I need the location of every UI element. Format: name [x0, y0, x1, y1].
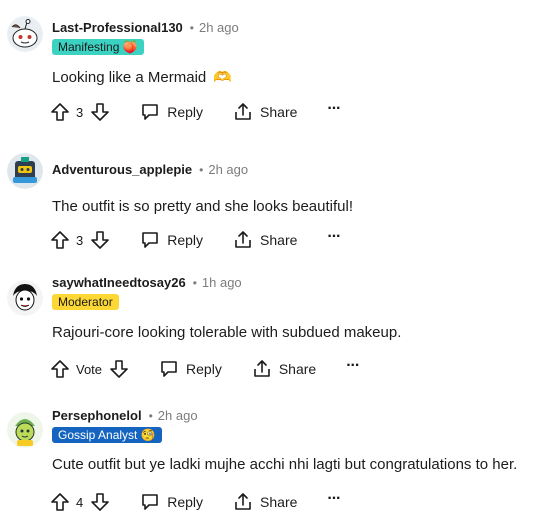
avatar[interactable]	[7, 16, 43, 52]
share-button[interactable]: Share	[252, 359, 316, 379]
cartoon-face-avatar-icon	[7, 280, 43, 316]
flair-emoji: 🍑	[122, 40, 138, 54]
comment-text: Cute outfit but ye ladki mujhe acchi nhi…	[52, 456, 518, 473]
reply-label: Reply	[167, 494, 204, 510]
reply-label: Reply	[167, 232, 204, 248]
timestamp: 1h ago	[201, 275, 242, 290]
comment: saywhatIneedtosay26 • 1h ago Moderator R…	[0, 258, 547, 392]
comment-body: Rajouri-core looking tolerable with subd…	[52, 324, 401, 341]
vote-label: Vote	[76, 361, 103, 377]
avatar[interactable]	[7, 280, 43, 316]
share-button[interactable]: Share	[233, 492, 297, 512]
upvote-button[interactable]	[50, 492, 70, 512]
user-flair: Moderator	[52, 294, 119, 310]
user-flair: Gossip Analyst 🧐	[52, 427, 162, 443]
more-options-icon[interactable]: ···	[346, 357, 360, 375]
upvote-button[interactable]	[50, 102, 70, 122]
comment-header: Last-Professional130 • 2h ago	[52, 20, 239, 35]
reply-icon	[140, 230, 160, 250]
comment-actions: Vote Reply Share ···	[50, 357, 360, 381]
upvote-button[interactable]	[50, 359, 70, 379]
separator-dot: •	[199, 162, 204, 177]
comment: Persephonelol • 2h ago Gossip Analyst 🧐 …	[0, 392, 547, 522]
separator-dot: •	[192, 275, 197, 290]
downvote-button[interactable]	[90, 230, 110, 250]
reddit-snoo-avatar-icon	[7, 16, 43, 52]
comment-header: Persephonelol • 2h ago	[52, 408, 198, 423]
share-label: Share	[260, 104, 298, 120]
downvote-icon	[90, 230, 110, 250]
flair-emoji: 🧐	[140, 428, 156, 442]
share-label: Share	[278, 361, 317, 377]
downvote-button[interactable]	[109, 359, 129, 379]
comment: Adventurous_applepie • 2h ago The outfit…	[0, 128, 547, 258]
vote-count: 3	[76, 104, 84, 120]
separator-dot: •	[189, 20, 194, 35]
robot-avatar-icon	[7, 153, 43, 189]
reply-label: Reply	[186, 361, 222, 377]
downvote-icon	[109, 359, 129, 379]
upvote-icon	[50, 230, 70, 250]
more-options-icon[interactable]: ···	[327, 228, 341, 246]
flair-text: Manifesting	[58, 40, 120, 54]
comment-emoji: 🫶	[213, 69, 233, 86]
flair-text: Moderator	[58, 295, 113, 309]
reply-label: Reply	[167, 104, 204, 120]
timestamp: 2h ago	[208, 162, 249, 177]
share-button[interactable]: Share	[233, 230, 297, 250]
reply-icon	[140, 102, 160, 122]
comment-actions: 4 Reply Share ···	[50, 490, 341, 514]
separator-dot: •	[148, 408, 153, 423]
reply-icon	[159, 359, 179, 379]
reply-button[interactable]: Reply	[140, 102, 203, 122]
comment-body: The outfit is so pretty and she looks be…	[52, 198, 353, 215]
flair-text: Gossip Analyst	[58, 428, 138, 442]
downvote-button[interactable]	[90, 102, 110, 122]
reply-button[interactable]: Reply	[159, 359, 222, 379]
user-flair: Manifesting 🍑	[52, 39, 144, 55]
comment-text: The outfit is so pretty and she looks be…	[52, 198, 354, 215]
share-icon	[252, 359, 272, 379]
more-options-icon[interactable]: ···	[327, 490, 341, 508]
comment-actions: 3 Reply Share ···	[50, 100, 341, 124]
username[interactable]: saywhatIneedtosay26	[52, 275, 186, 290]
comment-body: Looking like a Mermaid 🫶	[52, 68, 232, 86]
reply-button[interactable]: Reply	[140, 230, 203, 250]
timestamp: 2h ago	[198, 20, 239, 35]
share-label: Share	[260, 494, 298, 510]
downvote-icon	[90, 102, 110, 122]
comment: Last-Professional130 • 2h ago Manifestin…	[0, 0, 547, 128]
comment-text: Rajouri-core looking tolerable with subd…	[52, 324, 402, 341]
comment-body: Cute outfit but ye ladki mujhe acchi nhi…	[52, 456, 517, 473]
more-options-icon[interactable]: ···	[327, 100, 341, 118]
share-icon	[233, 492, 253, 512]
username[interactable]: Persephonelol	[52, 408, 142, 423]
comment-header: Adventurous_applepie • 2h ago	[52, 162, 248, 177]
downvote-button[interactable]	[90, 492, 110, 512]
upvote-icon	[50, 359, 70, 379]
reply-icon	[140, 492, 160, 512]
green-character-avatar-icon	[7, 412, 43, 448]
share-icon	[233, 102, 253, 122]
comment-text: Looking like a Mermaid	[52, 69, 207, 86]
comment-actions: 3 Reply Share ···	[50, 228, 341, 252]
username[interactable]: Last-Professional130	[52, 20, 183, 35]
vote-count: 3	[76, 232, 84, 248]
upvote-button[interactable]	[50, 230, 70, 250]
avatar[interactable]	[7, 153, 43, 189]
share-label: Share	[260, 232, 298, 248]
upvote-icon	[50, 102, 70, 122]
reply-button[interactable]: Reply	[140, 492, 203, 512]
comment-header: saywhatIneedtosay26 • 1h ago	[52, 275, 242, 290]
username[interactable]: Adventurous_applepie	[52, 162, 192, 177]
vote-count: 4	[76, 494, 84, 510]
timestamp: 2h ago	[157, 408, 198, 423]
upvote-icon	[50, 492, 70, 512]
share-button[interactable]: Share	[233, 102, 297, 122]
avatar[interactable]	[7, 412, 43, 448]
share-icon	[233, 230, 253, 250]
downvote-icon	[90, 492, 110, 512]
